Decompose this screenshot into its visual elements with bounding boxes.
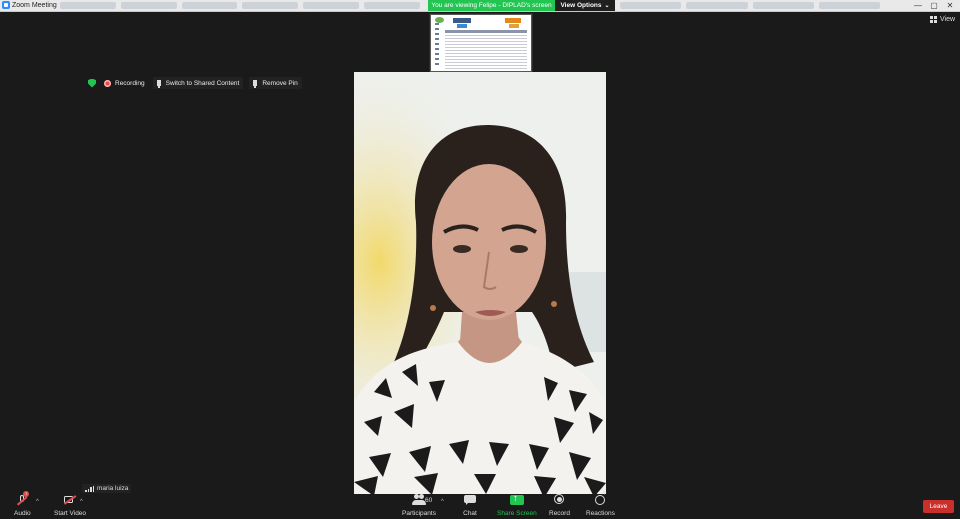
share-screen-button[interactable]: Share Screen xyxy=(497,493,537,517)
microphone-muted-icon: ! xyxy=(15,491,30,506)
background-taskbar-tabs xyxy=(60,2,420,9)
view-options-button[interactable]: View Options ⌄ xyxy=(555,0,615,11)
share-screen-icon xyxy=(509,493,524,506)
shared-screen-thumbnail[interactable] xyxy=(430,14,532,72)
maximize-button[interactable]: ▢ xyxy=(926,0,942,11)
participants-count: 60 xyxy=(425,497,433,504)
viewing-screen-banner: You are viewing Felipe - DIPLAD's screen xyxy=(428,0,555,11)
thumb-block xyxy=(457,24,467,28)
share-screen-label: Share Screen xyxy=(497,510,537,517)
view-options-label: View Options xyxy=(560,2,602,9)
thumb-table-header xyxy=(445,30,527,33)
record-label: Record xyxy=(549,510,570,517)
video-options-caret[interactable]: ^ xyxy=(80,499,83,505)
audio-button[interactable]: ! Audio xyxy=(14,491,31,517)
thumb-sidebar xyxy=(435,23,439,67)
audio-options-caret[interactable]: ^ xyxy=(36,499,39,505)
reactions-button[interactable]: Reactions xyxy=(586,490,615,517)
participants-icon xyxy=(411,494,426,506)
meeting-top-controls: Recording Switch to Shared Content Remov… xyxy=(88,77,308,89)
window-title-bar: Zoom Meeting You are viewing Felipe - DI… xyxy=(0,0,960,12)
participants-label: Participants xyxy=(402,510,436,517)
participants-options-caret[interactable]: ^ xyxy=(441,499,444,505)
security-shield-icon[interactable] xyxy=(88,78,96,88)
signal-strength-icon xyxy=(85,485,94,492)
window-title: Zoom Meeting xyxy=(12,2,57,9)
record-button[interactable]: Record xyxy=(549,494,570,517)
window-controls: — ▢ ✕ xyxy=(910,0,958,11)
thumb-table-rows xyxy=(445,35,527,69)
switch-label: Switch to Shared Content xyxy=(165,79,240,87)
video-off-icon xyxy=(63,494,77,506)
view-label: View xyxy=(940,16,956,23)
chevron-down-icon: ⌄ xyxy=(604,3,610,9)
zoom-app-icon xyxy=(2,1,10,9)
reactions-label: Reactions xyxy=(586,510,615,517)
chat-button[interactable]: Chat xyxy=(463,494,477,517)
recording-label: Recording xyxy=(115,79,145,87)
switch-to-shared-content-button[interactable]: Switch to Shared Content xyxy=(152,77,244,89)
reactions-icon xyxy=(593,490,607,506)
speaker-video xyxy=(354,72,606,494)
close-button[interactable]: ✕ xyxy=(942,0,958,11)
start-video-label: Start Video xyxy=(54,510,87,517)
thumb-block xyxy=(453,18,471,23)
background-taskbar-tabs-right xyxy=(620,2,880,9)
thumb-block xyxy=(505,18,521,23)
audio-label: Audio xyxy=(14,510,31,517)
recording-icon xyxy=(104,79,111,87)
self-name: maria luiza xyxy=(97,485,129,492)
remove-pin-button[interactable]: Remove Pin xyxy=(249,77,302,89)
record-icon xyxy=(552,494,566,506)
speaker-video-frame xyxy=(354,72,606,494)
start-video-button[interactable]: Start Video xyxy=(54,494,86,517)
chat-label: Chat xyxy=(463,510,477,517)
audio-alert-badge: ! xyxy=(23,491,30,497)
leave-meeting-button[interactable]: Leave xyxy=(923,500,954,513)
pin-icon xyxy=(253,80,258,88)
minimize-button[interactable]: — xyxy=(910,0,926,11)
pin-icon xyxy=(156,80,161,88)
chat-icon xyxy=(463,494,477,506)
grid-icon xyxy=(930,16,937,23)
view-layout-button[interactable]: View xyxy=(930,16,955,23)
remove-pin-label: Remove Pin xyxy=(262,79,298,87)
thumb-block xyxy=(509,24,519,28)
self-view-name-tag: maria luiza xyxy=(82,484,132,493)
